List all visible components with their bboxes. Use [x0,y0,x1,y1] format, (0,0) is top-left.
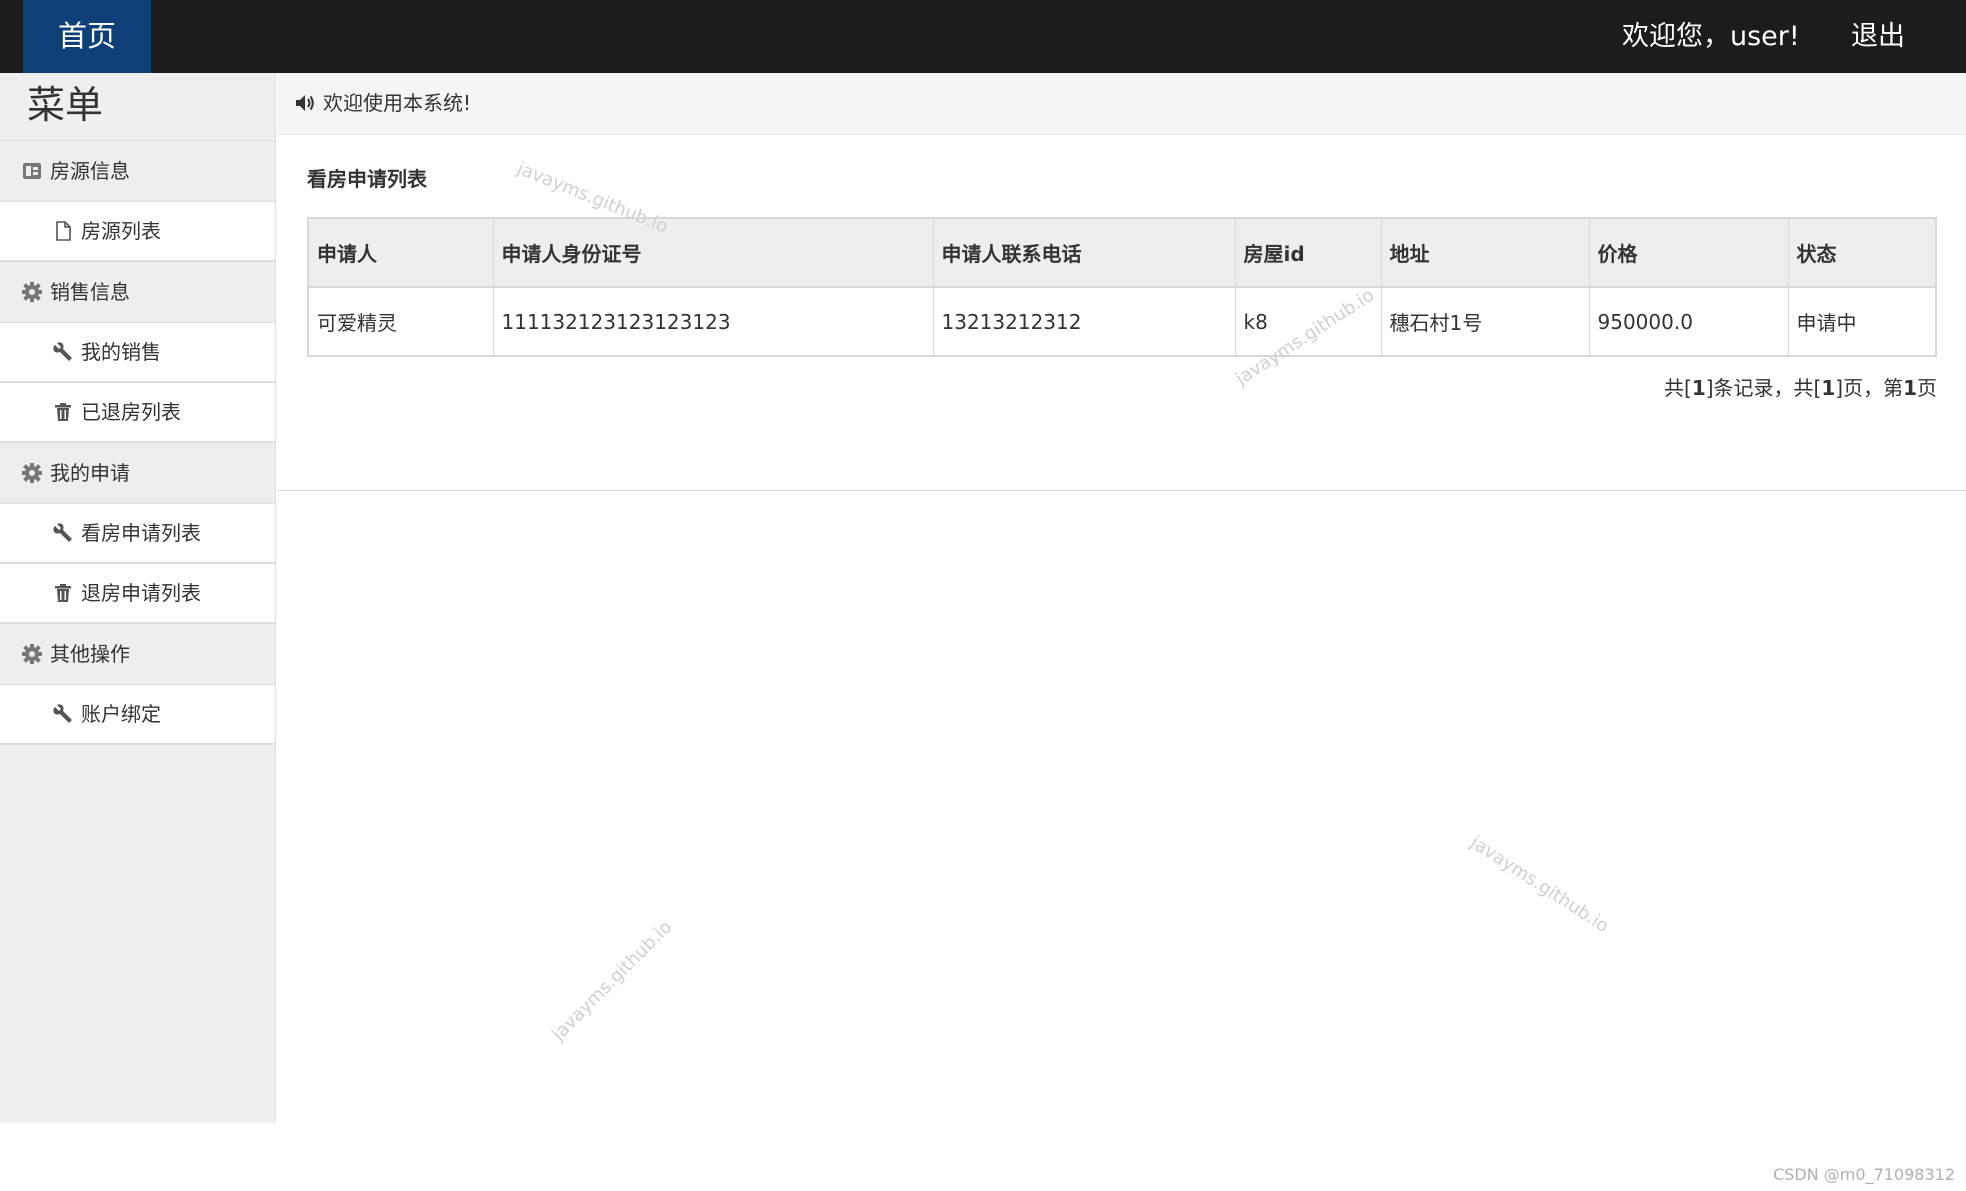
sidebar-item-label: 退房申请列表 [81,581,201,605]
column-header-status: 状态 [1787,217,1937,288]
cell-status: 申请中 [1787,286,1937,357]
menu-group-label: 销售信息 [50,280,130,304]
sidebar-item-label: 看房申请列表 [81,521,201,545]
table-row: 可爱精灵 111132123123123123 13213212312 k8 穗… [307,286,1937,357]
pager-page-count: 1 [1821,376,1836,400]
column-header-address: 地址 [1380,217,1590,288]
cell-applicant: 可爱精灵 [307,286,494,357]
menu-title: 菜单 [0,73,275,141]
main-content: 欢迎使用本系统! 看房申请列表 申请人 申请人身份证号 申请人联系电话 房屋id… [277,73,1966,1123]
file-icon [52,220,74,242]
notice-bar: 欢迎使用本系统! [277,73,1966,135]
menu-group-label: 我的申请 [50,461,130,485]
pager-text: ]条记录，共[ [1705,376,1822,400]
application-table: 申请人 申请人身份证号 申请人联系电话 房屋id 地址 价格 状态 可爱精灵 1… [307,217,1937,357]
menu-group-sales-info[interactable]: 销售信息 [0,262,275,323]
sidebar-item-account-binding[interactable]: 账户绑定 [0,685,275,745]
menu-group-other-operations[interactable]: 其他操作 [0,624,275,685]
sidebar-item-checked-out-list[interactable]: 已退房列表 [0,383,275,443]
pager-current-page: 1 [1903,376,1917,400]
sidebar-item-label: 已退房列表 [81,400,181,424]
column-header-house-id: 房屋id [1234,217,1382,288]
viewing-application-panel: 看房申请列表 申请人 申请人身份证号 申请人联系电话 房屋id 地址 价格 状态… [277,135,1966,491]
pagination-info: 共[1]条记录，共[1]页，第1页 [1664,372,1937,401]
welcome-text: 欢迎您，user! [1622,21,1800,52]
menu-group-house-info[interactable]: 房源信息 [0,141,275,202]
pager-text: ]页，第 [1835,376,1904,400]
pager-text: 共[ [1664,376,1692,400]
speaker-icon [294,92,316,114]
wrench-icon [52,703,74,725]
notice-text: 欢迎使用本系统! [323,91,472,115]
sidebar-item-checkout-applications[interactable]: 退房申请列表 [0,564,275,624]
sidebar-item-my-sales[interactable]: 我的销售 [0,323,275,383]
sidebar-item-house-list[interactable]: 房源列表 [0,202,275,262]
column-header-applicant: 申请人 [307,217,494,288]
menu-group-label: 其他操作 [50,642,130,666]
pager-text: 页 [1917,376,1937,400]
column-header-id-number: 申请人身份证号 [492,217,934,288]
pager-record-count: 1 [1691,376,1706,400]
table-header-row: 申请人 申请人身份证号 申请人联系电话 房屋id 地址 价格 状态 [307,217,1937,288]
logout-link[interactable]: 退出 [1851,0,1905,73]
sidebar-item-label: 我的销售 [81,340,161,364]
cell-phone: 13213212312 [932,286,1236,357]
cell-price: 950000.0 [1588,286,1789,357]
gear-icon [21,281,43,303]
sidebar: 菜单 房源信息 房源列表 销售信息 我的销售 已退房列表 我的申请 看房申请列表 [0,73,276,1123]
top-navbar: 首页 欢迎您，user! 退出 [0,0,1966,73]
gear-icon [21,462,43,484]
menu-group-label: 房源信息 [50,159,130,183]
card-icon [21,160,43,182]
panel-title: 看房申请列表 [307,167,427,191]
trash-icon [52,401,74,423]
cell-id-number: 111132123123123123 [492,286,934,357]
menu-group-my-applications[interactable]: 我的申请 [0,443,275,504]
column-header-phone: 申请人联系电话 [932,217,1236,288]
wrench-icon [52,341,74,363]
home-tab[interactable]: 首页 [23,0,151,73]
gear-icon [21,643,43,665]
trash-icon [52,582,74,604]
sidebar-item-viewing-applications[interactable]: 看房申请列表 [0,504,275,564]
cell-address: 穗石村1号 [1380,286,1590,357]
sidebar-item-label: 账户绑定 [81,702,161,726]
wrench-icon [52,522,74,544]
column-header-price: 价格 [1588,217,1789,288]
csdn-credit: CSDN @m0_71098312 [1773,1165,1955,1184]
sidebar-item-label: 房源列表 [81,219,161,243]
